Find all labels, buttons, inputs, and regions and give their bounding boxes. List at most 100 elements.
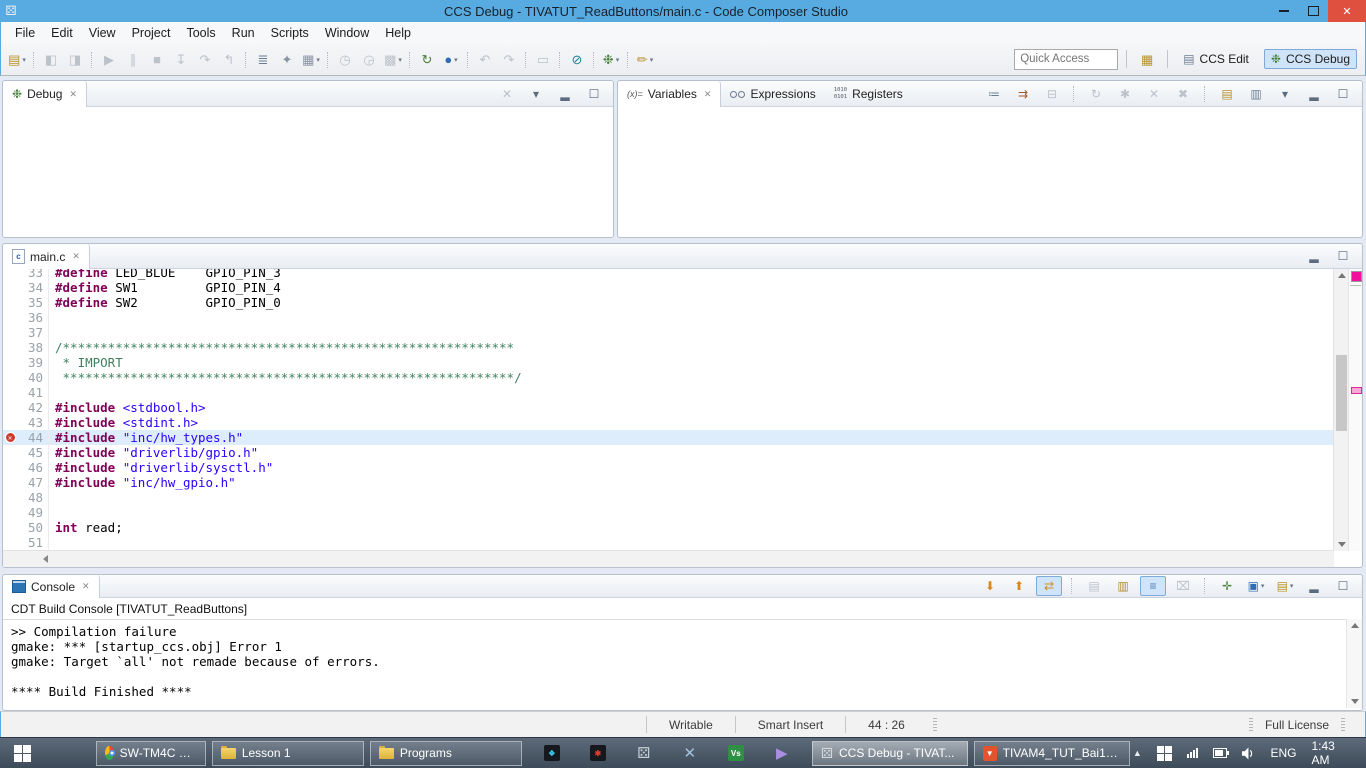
language-indicator[interactable]: ENG — [1270, 746, 1296, 760]
menu-file[interactable]: File — [7, 24, 43, 42]
graphics-app-icon[interactable]: ❖ — [529, 745, 575, 761]
scrollbar-thumb[interactable] — [1336, 355, 1347, 431]
follow-console-icon[interactable]: ⇄ — [1036, 576, 1062, 596]
terminate-icon[interactable]: ■ — [145, 49, 169, 71]
tab-variables[interactable]: (x)= Variables ✕ — [618, 81, 721, 107]
connect-target-icon[interactable]: ≣ — [251, 49, 275, 71]
perspective-ccs-edit[interactable]: ▤ CCS Edit — [1176, 49, 1256, 69]
suspend-icon[interactable]: ∥ — [121, 49, 145, 71]
show-hidden-icons-button[interactable]: ▲ — [1133, 748, 1142, 758]
error-overview-indicator[interactable] — [1351, 271, 1362, 282]
open-console-icon[interactable]: ▤▾ — [1273, 577, 1297, 595]
editor-vertical-scrollbar[interactable] — [1333, 269, 1349, 551]
close-icon[interactable]: ✕ — [82, 581, 90, 592]
menu-view[interactable]: View — [81, 24, 124, 42]
imaging-app-icon[interactable]: ✱ — [575, 745, 621, 761]
collapse-all-icon[interactable]: ⊟ — [1040, 85, 1064, 103]
maximize-icon[interactable]: ☐ — [1331, 247, 1355, 265]
tray-windows-icon[interactable] — [1157, 746, 1172, 761]
close-window-button[interactable]: ✕ — [1328, 0, 1366, 22]
new-icon[interactable]: ▤▾ — [5, 49, 29, 71]
resume-icon[interactable]: ▶ — [97, 49, 121, 71]
show-stdout-when-changed-icon[interactable]: ▤ — [1082, 577, 1106, 595]
quick-access-input[interactable] — [1014, 49, 1118, 70]
menu-run[interactable]: Run — [224, 24, 263, 42]
taskbar-window-button[interactable]: ⚄CCS Debug - TIVAT... — [812, 741, 968, 766]
pin-view-icon[interactable]: ✱ — [1113, 85, 1137, 103]
remove-all-terminated-icon[interactable]: ✕ — [495, 85, 519, 103]
pin-console-icon[interactable]: ✛ — [1215, 577, 1239, 595]
network-signal-icon[interactable] — [1187, 748, 1198, 758]
clock[interactable]: 1:43 AM — [1312, 739, 1353, 767]
ccs-app-icon[interactable]: ⚄ — [621, 746, 667, 761]
show-stderr-when-changed-icon[interactable]: ▥ — [1111, 577, 1135, 595]
vs-app-icon[interactable]: Vs — [713, 745, 759, 761]
perspective-ccs-debug[interactable]: ❉ CCS Debug — [1264, 49, 1357, 69]
last-edit-location-icon[interactable]: ▭ — [531, 49, 555, 71]
maximize-icon[interactable]: ☐ — [1331, 577, 1355, 595]
step-forward-icon[interactable]: ↷ — [497, 49, 521, 71]
tab-console[interactable]: Console ✕ — [3, 575, 100, 598]
save-icon[interactable]: ◧ — [39, 49, 63, 71]
save-all-icon[interactable]: ◨ — [63, 49, 87, 71]
advanced-reset-icon[interactable]: ●▾ — [439, 49, 463, 71]
step-back-icon[interactable]: ↶ — [473, 49, 497, 71]
restore-debug-state-icon[interactable]: ◷ — [333, 49, 357, 71]
scroll-up-arrow[interactable] — [1347, 619, 1362, 632]
menu-window[interactable]: Window — [317, 24, 377, 42]
clear-console-icon[interactable]: ⌧ — [1171, 577, 1195, 595]
configure-view-icon[interactable]: ▥ — [1244, 85, 1268, 103]
source-lookup-icon[interactable]: ✦ — [275, 49, 299, 71]
scroll-down-arrow[interactable] — [1334, 538, 1349, 551]
scroll-left-arrow[interactable] — [43, 555, 48, 563]
minimize-icon[interactable]: ▂ — [1302, 85, 1326, 103]
console-output[interactable]: >> Compilation failuregmake: *** [startu… — [3, 619, 1346, 708]
step-into-icon[interactable]: ↧ — [169, 49, 193, 71]
highlight-icon[interactable]: ✏▾ — [633, 49, 657, 71]
menu-scripts[interactable]: Scripts — [263, 24, 317, 42]
restore-window-button[interactable] — [1299, 2, 1327, 20]
load-program-icon[interactable]: ▦▾ — [299, 49, 323, 71]
oscilloscope-icon[interactable]: ⊘ — [565, 49, 589, 71]
taskbar-window-button[interactable]: ▼TIVAM4_TUT_Bai1_C... — [974, 741, 1130, 766]
menu-project[interactable]: Project — [124, 24, 179, 42]
display-selected-console-icon[interactable]: ▣▾ — [1244, 577, 1268, 595]
media-player-icon[interactable]: ▶ — [759, 746, 805, 761]
minimize-icon[interactable]: ▂ — [553, 85, 577, 103]
word-wrap-icon[interactable]: ≡ — [1140, 576, 1166, 596]
restore-debug-state-alt-icon[interactable]: ◶ — [357, 49, 381, 71]
memory-save-icon[interactable]: ▩▾ — [381, 49, 405, 71]
add-global-variables-icon[interactable]: ⇉ — [1011, 85, 1035, 103]
view-menu-icon[interactable]: ▾ — [1273, 85, 1297, 103]
remove-all-icon[interactable]: ✖ — [1171, 85, 1195, 103]
maximize-icon[interactable]: ☐ — [1331, 85, 1355, 103]
minimize-icon[interactable]: ▂ — [1302, 577, 1326, 595]
scroll-up-arrow[interactable] — [1334, 269, 1349, 282]
tab-debug[interactable]: ❉ Debug ✕ — [3, 81, 87, 107]
taskbar-window-button[interactable]: SW-TM4C 2.1.1.71 - ... — [96, 741, 206, 766]
minimize-icon[interactable]: ▂ — [1302, 247, 1326, 265]
scroll-lock-up-icon[interactable]: ⬆ — [1007, 577, 1031, 595]
error-location-marker[interactable] — [1351, 387, 1362, 394]
tab-registers[interactable]: 1010 0101 Registers — [825, 81, 912, 106]
refresh-icon[interactable]: ↻ — [1084, 85, 1108, 103]
close-icon[interactable]: ✕ — [72, 251, 80, 262]
minimize-window-button[interactable] — [1270, 2, 1298, 20]
reset-cpu-icon[interactable]: ↻ — [415, 49, 439, 71]
directx-tool-icon[interactable]: ✕ — [667, 746, 713, 761]
new-view-icon[interactable]: ▤ — [1215, 85, 1239, 103]
scroll-lock-down-icon[interactable]: ⬇ — [978, 577, 1002, 595]
open-perspective-icon[interactable]: ▦ — [1135, 48, 1159, 70]
close-icon[interactable]: ✕ — [704, 89, 712, 100]
menu-tools[interactable]: Tools — [178, 24, 223, 42]
show-type-names-icon[interactable]: ≔ — [982, 85, 1006, 103]
close-icon[interactable]: ✕ — [69, 89, 77, 100]
tab-main-c[interactable]: c main.c ✕ — [3, 244, 90, 269]
menu-edit[interactable]: Edit — [43, 24, 81, 42]
menu-help[interactable]: Help — [377, 24, 419, 42]
code-editor-area[interactable]: 33#define LED_BLUE GPIO_PIN_334#define S… — [3, 269, 1334, 551]
step-return-icon[interactable]: ↰ — [217, 49, 241, 71]
editor-horizontal-scrollbar[interactable] — [3, 550, 1334, 567]
step-over-icon[interactable]: ↷ — [193, 49, 217, 71]
volume-icon[interactable] — [1242, 747, 1256, 760]
